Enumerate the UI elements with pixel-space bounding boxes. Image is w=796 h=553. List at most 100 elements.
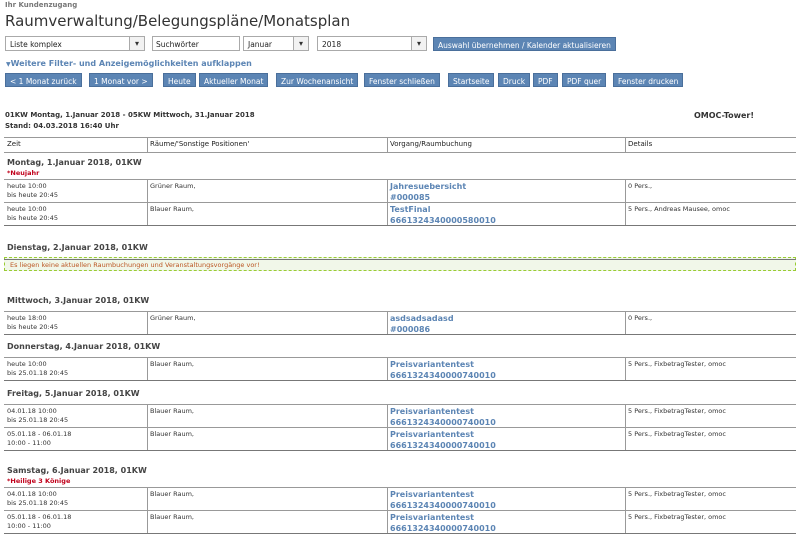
column-divider	[147, 427, 148, 450]
next-month-button[interactable]: 1 Monat vor >	[89, 73, 153, 87]
column-divider	[147, 510, 148, 533]
column-divider	[387, 179, 388, 202]
time-start: heute 10:00	[7, 205, 47, 213]
room-name: Grüner Raum,	[150, 314, 196, 322]
day-divider	[4, 259, 796, 260]
booking-table: Zeit Räume/'Sonstige Positionen' Vorgang…	[4, 137, 796, 534]
column-divider	[147, 357, 148, 380]
pdf-button[interactable]: PDF	[533, 73, 558, 87]
day-heading: Donnerstag, 4.Januar 2018, 01KW	[7, 342, 161, 351]
day-divider	[4, 225, 796, 226]
booking-title-link[interactable]: Preisvariantentest	[390, 429, 474, 440]
day-heading: Montag, 1.Januar 2018, 01KW	[7, 158, 142, 167]
column-divider	[387, 357, 388, 380]
page-title: Raumverwaltung/Belegungspläne/Monatsplan	[5, 12, 351, 30]
apply-button[interactable]: Auswahl übernehmen / Kalender aktualisie…	[433, 37, 616, 51]
day-divider	[4, 533, 796, 534]
column-divider	[147, 311, 148, 334]
column-divider	[625, 138, 626, 152]
view-select[interactable]: Liste komplex ▾	[5, 36, 145, 51]
booking-details: 5 Pers., FixbetragTester, omoc	[628, 360, 726, 368]
booking-details: 5 Pers., FixbetragTester, omoc	[628, 407, 726, 415]
print-button[interactable]: Druck	[498, 73, 531, 87]
month-select-value: Januar	[248, 40, 272, 49]
start-page-button[interactable]: Startseite	[448, 73, 495, 87]
column-divider	[625, 487, 626, 510]
time-end: 10:00 - 11:00	[7, 522, 51, 530]
column-divider	[625, 510, 626, 533]
day-heading: Dienstag, 2.Januar 2018, 01KW	[7, 243, 148, 252]
room-name: Blauer Raum,	[150, 407, 194, 415]
room-name: Grüner Raum,	[150, 182, 196, 190]
row-divider	[4, 427, 796, 428]
week-view-button[interactable]: Zur Wochenansicht	[276, 73, 359, 87]
booking-title-link[interactable]: asdsadsadasd	[390, 313, 454, 324]
day-divider	[4, 334, 796, 335]
time-end: bis heute 20:45	[7, 191, 58, 199]
time-start: 05.01.18 - 06.01.18	[7, 430, 72, 438]
location-label: OMOC-Tower!	[693, 111, 754, 120]
filter-toggle-label: Weitere Filter- und Anzeigemöglichkeiten…	[10, 59, 252, 68]
booking-title-link[interactable]: Preisvariantentest	[390, 489, 474, 500]
row-divider	[4, 404, 796, 405]
room-name: Blauer Raum,	[150, 360, 194, 368]
booking-title-link[interactable]: TestFinal	[390, 204, 430, 215]
chevron-down-icon: ▾	[411, 37, 426, 50]
booking-title-link[interactable]: Preisvariantentest	[390, 359, 474, 370]
booking-title-link[interactable]: Preisvariantentest	[390, 406, 474, 417]
pdf-landscape-button[interactable]: PDF quer	[562, 73, 607, 87]
row-divider	[4, 202, 796, 203]
column-divider	[387, 138, 388, 152]
time-end: bis 25.01.18 20:45	[7, 369, 69, 377]
chevron-down-icon: ▾	[293, 37, 308, 50]
column-divider	[625, 404, 626, 427]
room-name: Blauer Raum,	[150, 490, 194, 498]
booking-details: 5 Pers., FixbetragTester, omoc	[628, 490, 726, 498]
time-start: 04.01.18 10:00	[7, 407, 57, 415]
column-divider	[387, 202, 388, 225]
row-divider	[4, 357, 796, 358]
day-divider	[4, 450, 796, 451]
day-heading: Freitag, 5.Januar 2018, 01KW	[7, 389, 140, 398]
booking-title-link[interactable]: Preisvariantentest	[390, 512, 474, 523]
time-end: 10:00 - 11:00	[7, 439, 51, 447]
time-start: heute 10:00	[7, 360, 47, 368]
filter-toggle-link[interactable]: ▼Weitere Filter- und Anzeigemöglichkeite…	[6, 59, 252, 68]
column-divider	[147, 202, 148, 225]
year-select-value: 2018	[322, 40, 342, 49]
day-heading: Samstag, 6.Januar 2018, 01KW	[7, 466, 147, 475]
column-divider	[387, 427, 388, 450]
kundenzugang-label: Ihr Kundenzugang	[5, 1, 78, 9]
column-divider	[147, 404, 148, 427]
prev-month-button[interactable]: < 1 Monat zurück	[5, 73, 82, 87]
time-end: bis heute 20:45	[7, 214, 58, 222]
chevron-down-icon: ▾	[129, 37, 144, 50]
today-button[interactable]: Heute	[163, 73, 196, 87]
column-divider	[147, 179, 148, 202]
holiday-label: *Heilige 3 Könige	[7, 477, 71, 485]
holiday-label: *Neujahr	[7, 169, 40, 177]
column-divider	[147, 138, 148, 152]
current-month-button[interactable]: Aktueller Monat	[199, 73, 269, 87]
booking-details: 5 Pers., Andreas Mausee, omoc	[628, 205, 730, 213]
room-name: Blauer Raum,	[150, 513, 194, 521]
day-divider	[4, 380, 796, 381]
date-range: 01KW Montag, 1.Januar 2018 - 05KW Mittwo…	[5, 111, 255, 119]
column-divider	[387, 510, 388, 533]
time-start: 05.01.18 - 06.01.18	[7, 513, 72, 521]
year-select[interactable]: 2018 ▾	[317, 36, 427, 51]
time-end: bis heute 20:45	[7, 323, 58, 331]
search-input[interactable]: Suchwörter	[152, 36, 240, 51]
row-divider	[4, 311, 796, 312]
print-window-button[interactable]: Fenster drucken	[613, 73, 684, 87]
stand-timestamp: Stand: 04.03.2018 16:40 Uhr	[5, 122, 119, 130]
booking-details: 5 Pers., FixbetragTester, omoc	[628, 430, 726, 438]
close-window-button[interactable]: Fenster schließen	[364, 73, 440, 87]
month-select[interactable]: Januar ▾	[243, 36, 309, 51]
row-divider	[4, 179, 796, 180]
time-start: heute 10:00	[7, 182, 47, 190]
day-heading: Mittwoch, 3.Januar 2018, 01KW	[7, 296, 150, 305]
column-divider	[625, 357, 626, 380]
column-header-details: Details	[628, 140, 653, 148]
booking-title-link[interactable]: Jahresuebersicht	[390, 181, 466, 192]
